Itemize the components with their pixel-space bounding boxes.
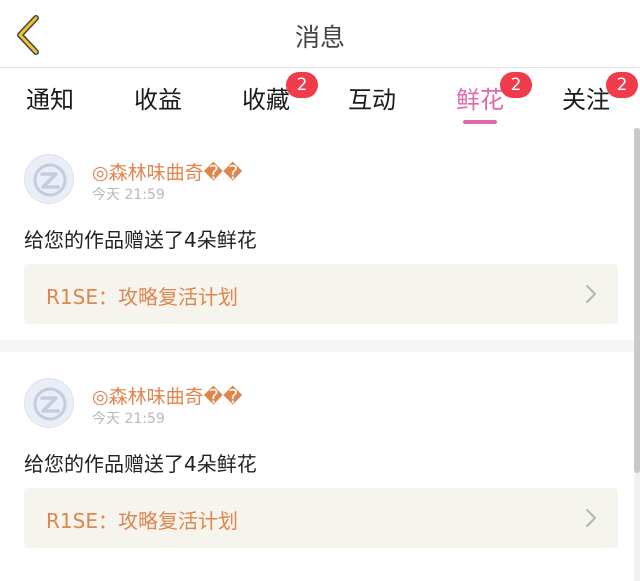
tab-flowers[interactable]: 鲜花 2 [456, 72, 532, 124]
tab-label: 收益 [134, 86, 182, 114]
header-bar: 消息 [0, 0, 640, 68]
tab-label: 鲜花 [456, 86, 504, 114]
message-text: 给您的作品赠送了4朵鲜花 [24, 228, 257, 252]
tab-label: 互动 [348, 86, 396, 114]
tab-interactions[interactable]: 互动 [348, 80, 396, 124]
tab-follows[interactable]: 关注 2 [562, 72, 638, 124]
tab-label: 关注 [562, 86, 610, 114]
message-list: ◎森林味曲奇�� 今天 21:59 给您的作品赠送了4朵鲜花 R1SE：攻略复活… [0, 128, 640, 581]
work-title: R1SE：攻略复活计划 [46, 285, 238, 309]
sender-name[interactable]: ◎森林味曲奇�� [92, 158, 243, 185]
tab-favorites[interactable]: 收藏 2 [242, 72, 318, 124]
work-link[interactable]: R1SE：攻略复活计划 [24, 264, 618, 324]
unread-badge: 2 [500, 72, 532, 98]
default-avatar-icon [33, 163, 67, 197]
message-card: ◎森林味曲奇�� 今天 21:59 给您的作品赠送了4朵鲜花 R1SE：攻略复活… [0, 128, 634, 340]
chevron-right-icon [586, 509, 596, 527]
default-avatar-icon [33, 387, 67, 421]
avatar[interactable] [24, 378, 74, 428]
scrollbar[interactable] [634, 128, 640, 581]
message-time: 今天 21:59 [92, 187, 165, 203]
message-time: 今天 21:59 [92, 411, 165, 427]
tab-earnings[interactable]: 收益 [134, 80, 182, 124]
tab-label: 通知 [26, 86, 74, 114]
active-tab-indicator [463, 120, 497, 124]
tab-bar: 通知 收益 收藏 2 互动 鲜花 2 关注 2 [0, 68, 640, 128]
unread-badge: 2 [606, 72, 638, 98]
chevron-right-icon [586, 285, 596, 303]
unread-badge: 2 [286, 72, 318, 98]
avatar[interactable] [24, 154, 74, 204]
sender-name[interactable]: ◎森林味曲奇�� [92, 382, 243, 409]
message-card: ◎森林味曲奇�� 今天 21:59 给您的作品赠送了4朵鲜花 R1SE：攻略复活… [0, 352, 634, 581]
work-link[interactable]: R1SE：攻略复活计划 [24, 488, 618, 548]
work-title: R1SE：攻略复活计划 [46, 509, 238, 533]
message-text: 给您的作品赠送了4朵鲜花 [24, 452, 257, 476]
page-title: 消息 [294, 23, 345, 52]
tab-notifications[interactable]: 通知 [26, 80, 74, 124]
scrollbar-thumb[interactable] [634, 128, 640, 473]
tab-label: 收藏 [242, 86, 290, 114]
